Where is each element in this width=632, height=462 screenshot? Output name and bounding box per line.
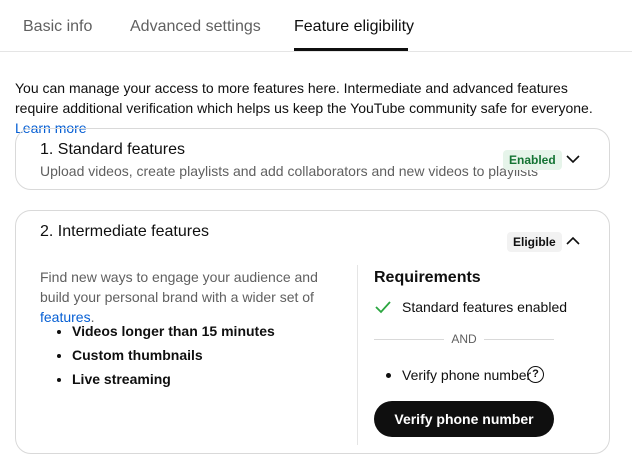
eligible-badge: Eligible [507, 232, 562, 252]
tab-advanced-settings[interactable]: Advanced settings [130, 18, 261, 36]
standard-features-card[interactable]: 1. Standard features Upload videos, crea… [15, 128, 610, 190]
and-separator: AND [374, 331, 554, 347]
tab-basic-info[interactable]: Basic info [23, 18, 92, 36]
checkmark-icon [375, 301, 391, 314]
list-item: Live streaming [72, 369, 275, 393]
requirements-title: Requirements [374, 269, 481, 286]
intermediate-description-text: Find new ways to engage your audience an… [40, 269, 318, 305]
verify-phone-button[interactable]: Verify phone number [374, 401, 554, 437]
tab-bar: Basic info Advanced settings Feature eli… [0, 0, 632, 52]
tab-feature-eligibility[interactable]: Feature eligibility [294, 18, 414, 36]
intermediate-features-title: 2. Intermediate features [40, 223, 209, 240]
requirement-pending-text: Verify phone number [402, 367, 532, 383]
intermediate-features-card: 2. Intermediate features Eligible Find n… [15, 210, 610, 454]
list-item: Videos longer than 15 minutes [72, 321, 275, 345]
chevron-down-icon[interactable] [566, 154, 580, 164]
standard-features-title: 1. Standard features [40, 141, 185, 158]
active-tab-indicator [294, 48, 408, 51]
help-icon[interactable]: ? [527, 366, 544, 383]
separator-line-right [484, 339, 554, 340]
list-item: Custom thumbnails [72, 345, 275, 369]
intro-description: You can manage your access to more featu… [15, 80, 593, 116]
chevron-up-icon[interactable] [566, 236, 580, 246]
feature-list: Videos longer than 15 minutes Custom thu… [56, 321, 275, 393]
requirement-met-text: Standard features enabled [402, 299, 568, 315]
intermediate-description: Find new ways to engage your audience an… [40, 267, 340, 327]
standard-features-subtitle: Upload videos, create playlists and add … [40, 163, 539, 179]
enabled-badge: Enabled [503, 150, 562, 170]
bullet-dot [386, 373, 391, 378]
column-divider [357, 265, 358, 445]
